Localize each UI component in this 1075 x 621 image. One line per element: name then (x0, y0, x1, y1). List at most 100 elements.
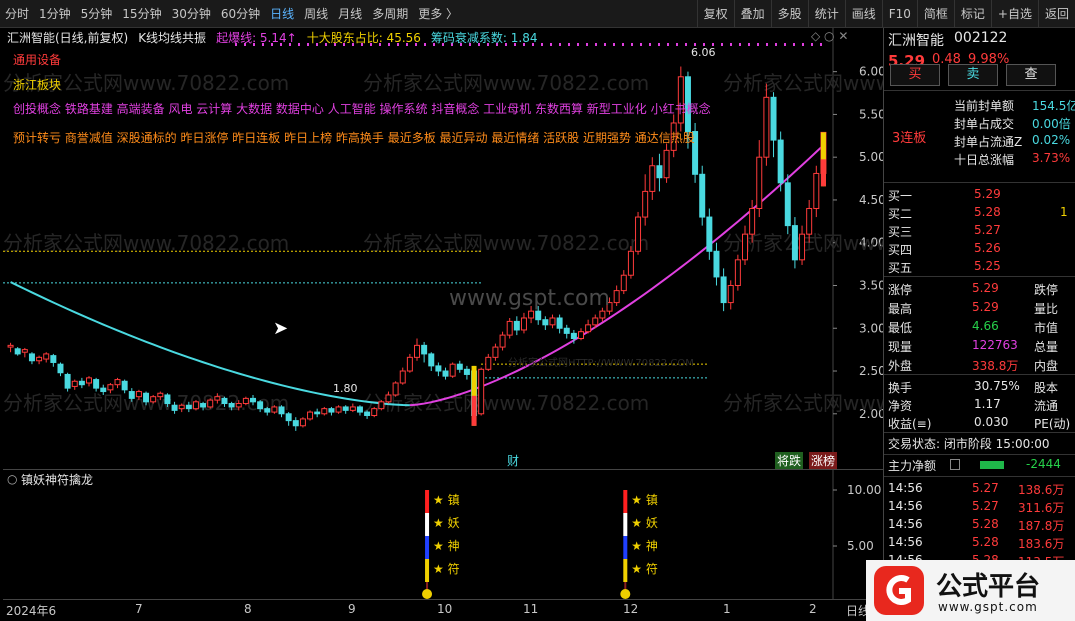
signal-dot (793, 43, 795, 46)
date-label-0: 2024年6 (6, 604, 57, 618)
signal-dot (658, 43, 660, 46)
toolbar-button-1[interactable]: 叠加 (733, 0, 771, 28)
candle (114, 377, 121, 389)
period-tab-8[interactable]: 月线 (333, 0, 367, 28)
sub-symbol-0-0: ★ 镇 (433, 493, 460, 507)
indicator-name[interactable]: K线均线共振 (138, 29, 206, 46)
period-tab-5[interactable]: 60分钟 (216, 0, 265, 28)
main-net-row[interactable]: 主力净额 -2444 (884, 454, 1075, 474)
stat-label2-3: 总量 (1034, 340, 1059, 354)
watermark-site: www.gspt.com (449, 286, 610, 311)
holder-ratio-label: 十大股东占比: 45.56 (306, 30, 421, 45)
toolbar-button-0[interactable]: 复权 (696, 0, 734, 28)
candle (499, 331, 506, 351)
price-tick-2: 5.00 (859, 150, 883, 164)
sell-button[interactable]: 卖 (948, 64, 998, 86)
stat2-label-0: 换手 (888, 381, 913, 395)
sub-symbol-1-1: ★ 妖 (631, 516, 658, 530)
candle (492, 343, 499, 361)
stat-label-2: 最低 (888, 321, 913, 335)
signal-dot (667, 43, 669, 46)
candle (371, 406, 378, 418)
signal-dot (622, 43, 624, 46)
signal-dot (811, 43, 813, 46)
seal-label-3: 十日总涨幅 (954, 153, 1015, 167)
finance-badge[interactable]: 财 (507, 452, 519, 469)
sub-indicator-collapse-icon[interactable]: ○ (7, 472, 17, 486)
candle (43, 352, 50, 363)
candle (706, 208, 713, 260)
period-tab-10[interactable]: 更多 〉 (413, 0, 463, 28)
candle (656, 153, 663, 192)
stat-row-0: 涨停 5.29 跌停 (884, 279, 1075, 299)
tick-time-3: 14:56 (888, 535, 923, 549)
book-label-3: 买四 (888, 243, 913, 257)
chart-settings-icon[interactable]: ◇ ○ ✕ (811, 29, 848, 43)
industry-tag: 通用设备 (13, 53, 62, 67)
tick-row-0: 14:56 5.27 138.6万 (884, 479, 1075, 499)
candle (86, 376, 92, 387)
period-tab-0[interactable]: 分时 (0, 0, 34, 28)
candle (770, 92, 777, 158)
candle (57, 362, 64, 377)
toolbar-button-2[interactable]: 多股 (770, 0, 808, 28)
main-net-menu-icon[interactable] (950, 459, 960, 470)
rise-list-badge[interactable]: 涨榜 (809, 452, 838, 469)
toolbar-button-5[interactable]: F10 (881, 0, 917, 28)
book-price-0: 5.29 (974, 187, 1001, 201)
signal-dot (775, 43, 777, 46)
book-price-4: 5.25 (974, 259, 1001, 273)
tick-time-2: 14:56 (888, 517, 923, 531)
candle (7, 342, 14, 353)
period-tab-6[interactable]: 日线 (265, 0, 299, 28)
candle (449, 362, 456, 378)
date-label-6: 12 (623, 602, 639, 616)
toolbar-button-7[interactable]: 标记 (953, 0, 991, 28)
buy-button[interactable]: 买 (890, 64, 940, 86)
period-tab-7[interactable]: 周线 (299, 0, 333, 28)
sub-indicator-title[interactable]: 镇妖神符擒龙 (21, 471, 93, 488)
kline-svg[interactable]: 6.005.505.004.504.003.503.002.502.00分析家公… (3, 28, 1009, 469)
signal-dot (784, 43, 786, 46)
signal-dot (640, 43, 642, 46)
candle (356, 405, 363, 416)
candle (14, 347, 21, 356)
period-tab-3[interactable]: 15分钟 (117, 0, 166, 28)
candle (649, 157, 656, 200)
candle (349, 403, 356, 413)
candle (399, 367, 406, 385)
main-net-value: -2444 (1026, 457, 1061, 471)
period-tab-2[interactable]: 5分钟 (76, 0, 118, 28)
tick-row-2: 14:56 5.28 187.8万 (884, 515, 1075, 535)
candle (456, 360, 463, 373)
fall-badge[interactable]: 将跌 (775, 452, 804, 469)
query-button[interactable]: 查 (1006, 64, 1056, 86)
candle (463, 365, 470, 380)
period-tab-9[interactable]: 多周期 (367, 0, 413, 28)
sub-indicator-panel[interactable]: 10.00 5.00 ★ 镇 ★ 妖 ★ 神 ★ 符 ★ 镇 ★ 妖 ★ 神 ★ 符 ○ 镇妖神符… (3, 469, 883, 600)
tick-price-1: 5.27 (972, 499, 999, 513)
candle (756, 140, 763, 218)
tick-vol-0: 138.6万 (1018, 483, 1065, 497)
gspt-logo-url: www.gspt.com (938, 600, 1038, 614)
stat2-value-1: 1.17 (974, 397, 1001, 411)
toolbar-button-3[interactable]: 统计 (807, 0, 845, 28)
quote-stats: 涨停 5.29 跌停 最高 5.29 量比 最低 4.66 市值 现量 122763 总量 外盘 338.… (884, 276, 1075, 374)
candle (299, 417, 306, 428)
signal-dot (721, 43, 723, 46)
period-tab-1[interactable]: 1分钟 (34, 0, 76, 28)
stat2-value-2: 0.030 (974, 415, 1009, 429)
stat-label2-2: 市值 (1034, 321, 1059, 335)
kline-chart[interactable]: 6.00 5.50 5.00 4.50 4.00 3.50 3.00 2.50 2.00 分析家公… (3, 28, 1009, 469)
signal-dot (613, 43, 615, 46)
toolbar-button-4[interactable]: 画线 (844, 0, 882, 28)
toolbar-button-9[interactable]: 返回 (1037, 0, 1075, 28)
period-tab-4[interactable]: 30分钟 (167, 0, 216, 28)
toolbar-button-8[interactable]: +自选 (990, 0, 1038, 28)
toolbar-button-6[interactable]: 简框 (916, 0, 954, 28)
candle (627, 246, 634, 279)
tick-list[interactable]: 14:56 5.27 138.6万 14:56 5.27 311.6万 14:56 5.28 1… (884, 476, 1075, 569)
tick-vol-1: 311.6万 (1018, 501, 1065, 515)
stat-value-1: 5.29 (972, 300, 999, 314)
candle (549, 314, 556, 329)
